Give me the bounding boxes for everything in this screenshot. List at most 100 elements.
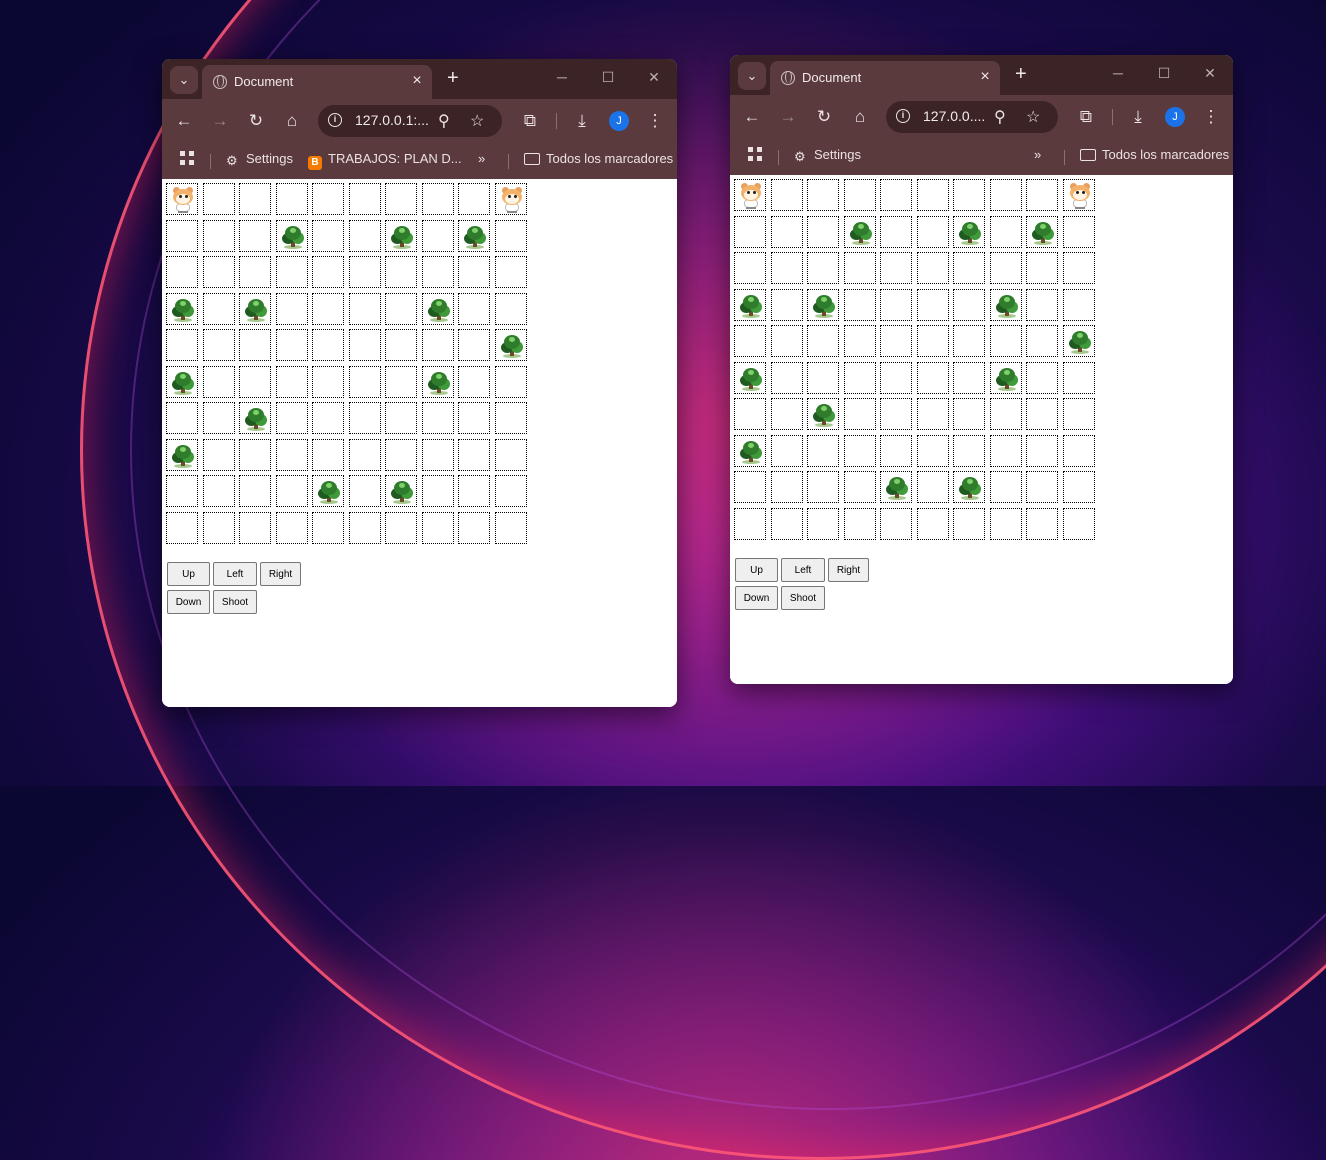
grid-cell <box>990 398 1022 430</box>
bookmark-all[interactable]: Todos los marcadores <box>524 151 673 166</box>
avatar[interactable]: J <box>609 111 629 131</box>
site-info-icon[interactable]: i <box>896 109 910 123</box>
close-icon[interactable]: × <box>408 72 426 90</box>
apps-button[interactable] <box>180 151 194 166</box>
home-button[interactable]: ⌂ <box>282 111 302 131</box>
star-icon[interactable]: ☆ <box>470 111 484 131</box>
tree-sprite <box>740 294 762 318</box>
grid-cell <box>880 216 912 248</box>
grid-cell <box>844 508 876 540</box>
right-button[interactable]: Right <box>260 562 301 586</box>
tab-search-button[interactable]: ⌄ <box>738 62 766 90</box>
new-tab-button[interactable]: + <box>447 68 459 88</box>
grid-cell <box>880 325 912 357</box>
minimize-button[interactable]: ─ <box>552 69 572 85</box>
bookmark-label: Settings <box>246 151 293 166</box>
tab-document[interactable]: Document × <box>202 65 432 99</box>
down-button[interactable]: Down <box>735 586 778 610</box>
maximize-button[interactable]: ☐ <box>1154 65 1174 82</box>
folder-icon <box>1080 149 1096 161</box>
grid-cell <box>734 508 766 540</box>
grid-cell <box>880 362 912 394</box>
grid-cell <box>990 325 1022 357</box>
shoot-button[interactable]: Shoot <box>781 586 825 610</box>
title-bar: ⌄ Document × + ─ ☐ ✕ <box>730 55 1233 95</box>
globe-icon <box>213 75 227 89</box>
forward-button[interactable]: → <box>778 107 798 127</box>
grid-cell <box>734 435 766 467</box>
close-window-button[interactable]: ✕ <box>1200 65 1220 82</box>
left-button[interactable]: Left <box>213 562 257 586</box>
grid-cell <box>734 179 766 211</box>
tab-search-button[interactable]: ⌄ <box>170 66 198 94</box>
left-button[interactable]: Left <box>781 558 825 582</box>
down-button[interactable]: Down <box>167 590 210 614</box>
up-button[interactable]: Up <box>167 562 210 586</box>
bookmark-separator <box>210 154 211 169</box>
grid-cell <box>495 329 527 361</box>
tree-sprite <box>391 480 413 504</box>
star-icon[interactable]: ☆ <box>1026 107 1040 127</box>
apps-grid-icon <box>180 151 194 165</box>
more-bookmarks-button[interactable]: » <box>1034 147 1041 162</box>
bookmark-settings[interactable]: ⚙ Settings <box>226 151 293 168</box>
tree-sprite <box>172 298 194 322</box>
new-tab-button[interactable]: + <box>1015 64 1027 84</box>
close-window-button[interactable]: ✕ <box>644 69 664 86</box>
kebab-menu-icon[interactable]: ⋮ <box>645 111 665 131</box>
bookmark-settings[interactable]: ⚙ Settings <box>794 147 861 164</box>
grid-cell <box>239 512 271 544</box>
toolbar: ← → ↻ ⌂ i 127.0.0.1:... ⚲ ☆ ⧉ ⤓ J ⋮ <box>162 99 677 143</box>
bookmark-trabajos[interactable]: B TRABAJOS: PLAN D... <box>308 151 462 170</box>
zoom-icon[interactable]: ⚲ <box>438 111 450 131</box>
grid-cell <box>458 402 490 434</box>
forward-button[interactable]: → <box>210 111 230 131</box>
puzzle-icon[interactable]: ⧉ <box>1076 107 1096 127</box>
tree-sprite <box>245 407 267 431</box>
grid-cell <box>203 512 235 544</box>
address-bar[interactable]: i 127.0.0.... ⚲ ☆ <box>886 101 1058 133</box>
shoot-button[interactable]: Shoot <box>213 590 257 614</box>
download-icon[interactable]: ⤓ <box>1128 107 1148 127</box>
tree-sprite <box>959 221 981 245</box>
page-content: Up Left Right Down Shoot <box>730 175 1233 684</box>
tree-sprite <box>318 480 340 504</box>
grid-cell <box>276 512 308 544</box>
zoom-icon[interactable]: ⚲ <box>994 107 1006 127</box>
tree-sprite <box>428 298 450 322</box>
right-button[interactable]: Right <box>828 558 869 582</box>
grid-cell <box>385 402 417 434</box>
download-icon[interactable]: ⤓ <box>572 111 592 131</box>
site-info-icon[interactable]: i <box>328 113 342 127</box>
grid-cell <box>276 475 308 507</box>
grid-cell <box>880 252 912 284</box>
kebab-menu-icon[interactable]: ⋮ <box>1201 107 1221 127</box>
tree-sprite <box>740 440 762 464</box>
reload-button[interactable]: ↻ <box>246 111 266 131</box>
grid-cell <box>422 475 454 507</box>
grid-cell <box>917 471 949 503</box>
grid-cell <box>1063 252 1095 284</box>
back-button[interactable]: ← <box>174 111 194 131</box>
more-bookmarks-button[interactable]: » <box>478 151 485 166</box>
address-bar[interactable]: i 127.0.0.1:... ⚲ ☆ <box>318 105 502 137</box>
reload-button[interactable]: ↻ <box>814 107 834 127</box>
grid-cell <box>239 475 271 507</box>
up-button[interactable]: Up <box>735 558 778 582</box>
minimize-button[interactable]: ─ <box>1108 65 1128 81</box>
maximize-button[interactable]: ☐ <box>598 69 618 86</box>
gear-icon: ⚙ <box>226 153 238 168</box>
toolbar-separator <box>1112 109 1113 125</box>
grid-cell <box>385 256 417 288</box>
grid-cell <box>771 289 803 321</box>
close-icon[interactable]: × <box>976 68 994 86</box>
bookmark-all[interactable]: Todos los marcadores <box>1080 147 1229 162</box>
puzzle-icon[interactable]: ⧉ <box>520 111 540 131</box>
back-button[interactable]: ← <box>742 107 762 127</box>
grid-cell <box>807 325 839 357</box>
tree-sprite <box>172 371 194 395</box>
home-button[interactable]: ⌂ <box>850 107 870 127</box>
apps-button[interactable] <box>748 147 762 162</box>
avatar[interactable]: J <box>1165 107 1185 127</box>
tab-document[interactable]: Document × <box>770 61 1000 95</box>
